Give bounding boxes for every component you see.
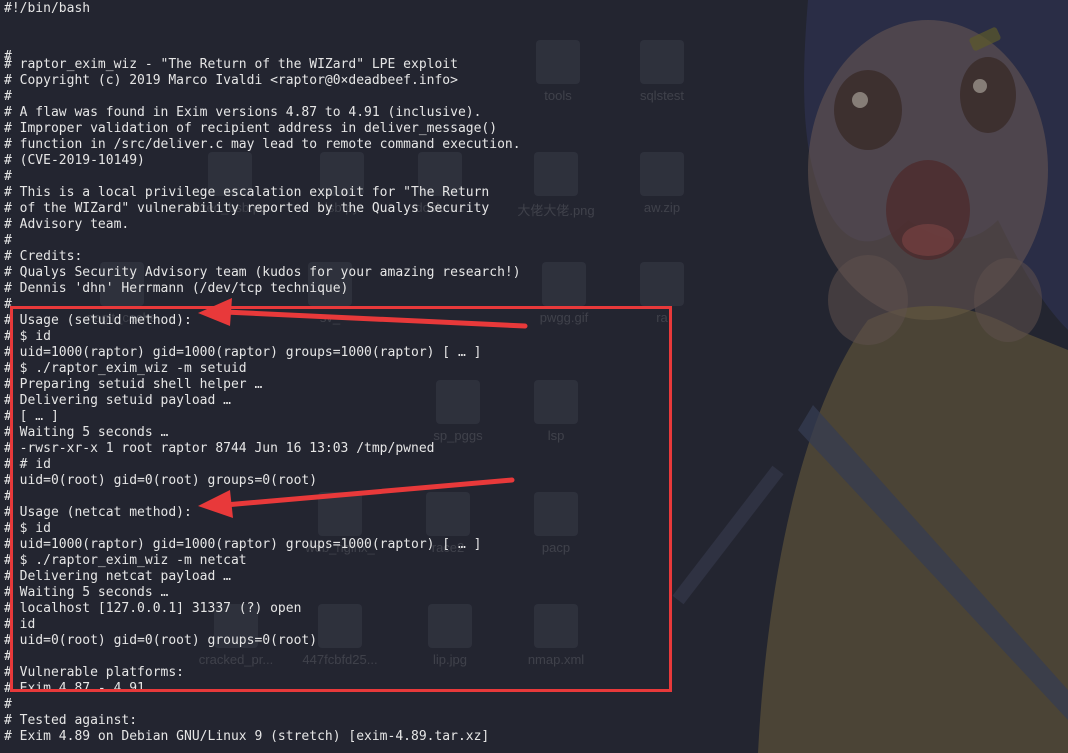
annotation-arrows [198,298,528,518]
arrow-to-netcat-usage [198,477,515,518]
arrow-to-setuid-usage [198,298,528,329]
